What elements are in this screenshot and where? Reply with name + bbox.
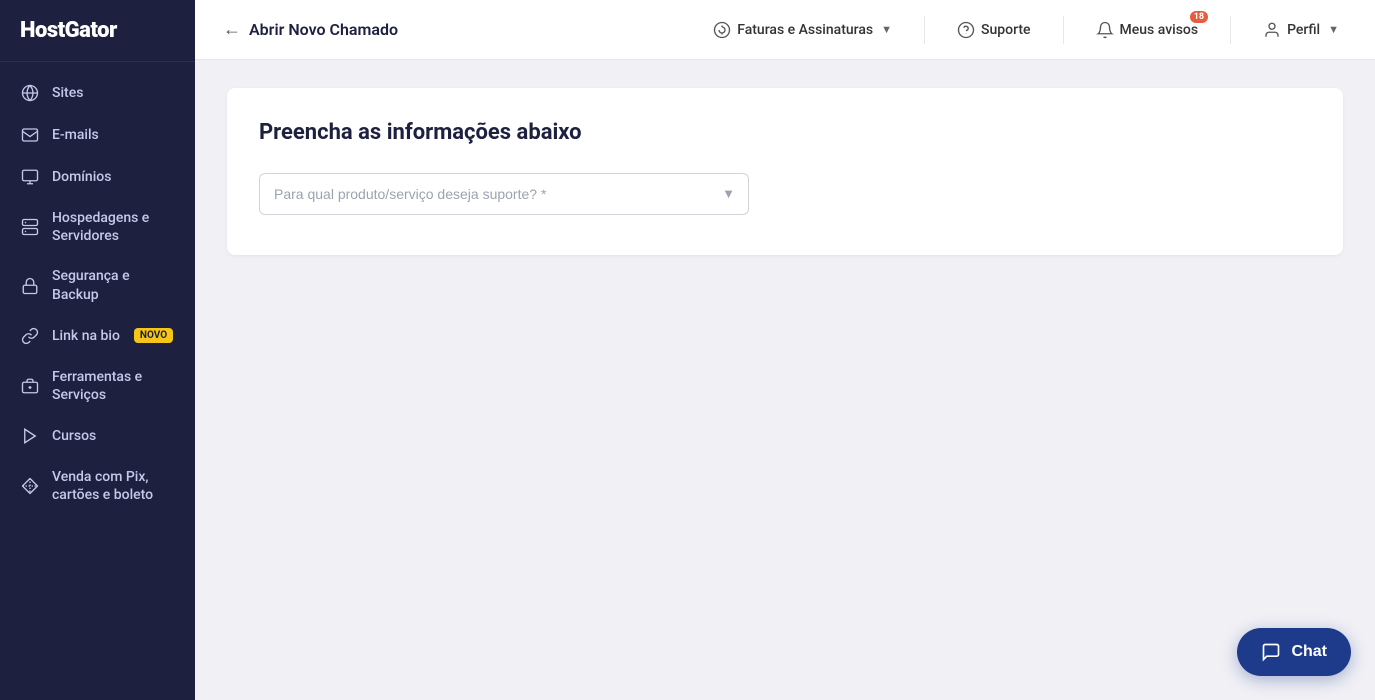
chat-label: Chat (1291, 643, 1327, 661)
tools-icon (20, 376, 40, 396)
main-area: ← Abrir Novo Chamado Faturas e Assinatur… (195, 0, 1375, 700)
page-title: Abrir Novo Chamado (249, 20, 398, 39)
brand-logo: HostGator (0, 0, 195, 62)
notifications-menu[interactable]: 18 Meus avisos (1088, 15, 1207, 45)
domain-icon (20, 167, 40, 187)
sidebar-item-hospedagens[interactable]: Hospedagens e Servidores (0, 198, 195, 256)
support-menu[interactable]: Suporte (949, 15, 1039, 45)
sidebar-hospedagens-label: Hospedagens e Servidores (52, 209, 175, 245)
sidebar-dominios-label: Domínios (52, 168, 111, 186)
top-nav: ← Abrir Novo Chamado Faturas e Assinatur… (195, 0, 1375, 60)
notifications-label: Meus avisos (1120, 22, 1199, 38)
back-button[interactable]: ← Abrir Novo Chamado (223, 19, 398, 40)
bell-icon (1096, 21, 1114, 39)
sidebar-item-dominios[interactable]: Domínios (0, 156, 195, 198)
nav-divider-3 (1230, 16, 1231, 44)
billing-label: Faturas e Assinaturas (737, 22, 873, 38)
back-arrow-icon: ← (223, 19, 241, 40)
sidebar: HostGator Sites E-mails Domínios Hospeda… (0, 0, 195, 700)
sidebar-item-sites[interactable]: Sites (0, 72, 195, 114)
notifications-badge: 18 (1190, 11, 1208, 23)
profile-label: Perfil (1287, 22, 1320, 38)
user-icon (1263, 21, 1281, 39)
sidebar-item-seguranca[interactable]: Segurança e Backup (0, 256, 195, 314)
sidebar-item-cursos[interactable]: Cursos (0, 415, 195, 457)
chat-icon (1261, 642, 1281, 662)
nav-divider-2 (1063, 16, 1064, 44)
sidebar-item-emails[interactable]: E-mails (0, 114, 195, 156)
globe-icon (20, 83, 40, 103)
pix-icon (20, 476, 40, 496)
billing-icon (713, 21, 731, 39)
chat-button[interactable]: Chat (1237, 628, 1351, 676)
sidebar-venda-label: Venda com Pix, cartões e boleto (52, 468, 175, 504)
sidebar-cursos-label: Cursos (52, 427, 96, 445)
email-icon (20, 125, 40, 145)
support-label: Suporte (981, 22, 1031, 38)
profile-chevron-icon: ▼ (1328, 23, 1339, 36)
form-title: Preencha as informações abaixo (259, 120, 1311, 145)
support-icon (957, 21, 975, 39)
chevron-down-icon: ▼ (881, 23, 892, 36)
nav-divider-1 (924, 16, 925, 44)
sidebar-linkbio-label: Link na bio (52, 327, 120, 345)
profile-menu[interactable]: Perfil ▼ (1255, 15, 1347, 45)
billing-menu[interactable]: Faturas e Assinaturas ▼ (705, 15, 900, 45)
sidebar-emails-label: E-mails (52, 126, 99, 144)
content-area: Preencha as informações abaixo Para qual… (195, 60, 1375, 700)
server-icon (20, 217, 40, 237)
novo-badge: NOVO (134, 328, 173, 343)
play-icon (20, 426, 40, 446)
form-card: Preencha as informações abaixo Para qual… (227, 88, 1343, 255)
sidebar-item-venda[interactable]: Venda com Pix, cartões e boleto (0, 457, 195, 515)
link-icon (20, 326, 40, 346)
sidebar-item-ferramentas[interactable]: Ferramentas e Serviços (0, 357, 195, 415)
sidebar-seguranca-label: Segurança e Backup (52, 267, 175, 303)
sidebar-sites-label: Sites (52, 84, 83, 102)
lock-icon (20, 276, 40, 296)
product-select-wrapper: Para qual produto/serviço deseja suporte… (259, 173, 749, 215)
product-select[interactable]: Para qual produto/serviço deseja suporte… (259, 173, 749, 215)
sidebar-ferramentas-label: Ferramentas e Serviços (52, 368, 175, 404)
sidebar-item-linkbio[interactable]: Link na bio NOVO (0, 315, 195, 357)
